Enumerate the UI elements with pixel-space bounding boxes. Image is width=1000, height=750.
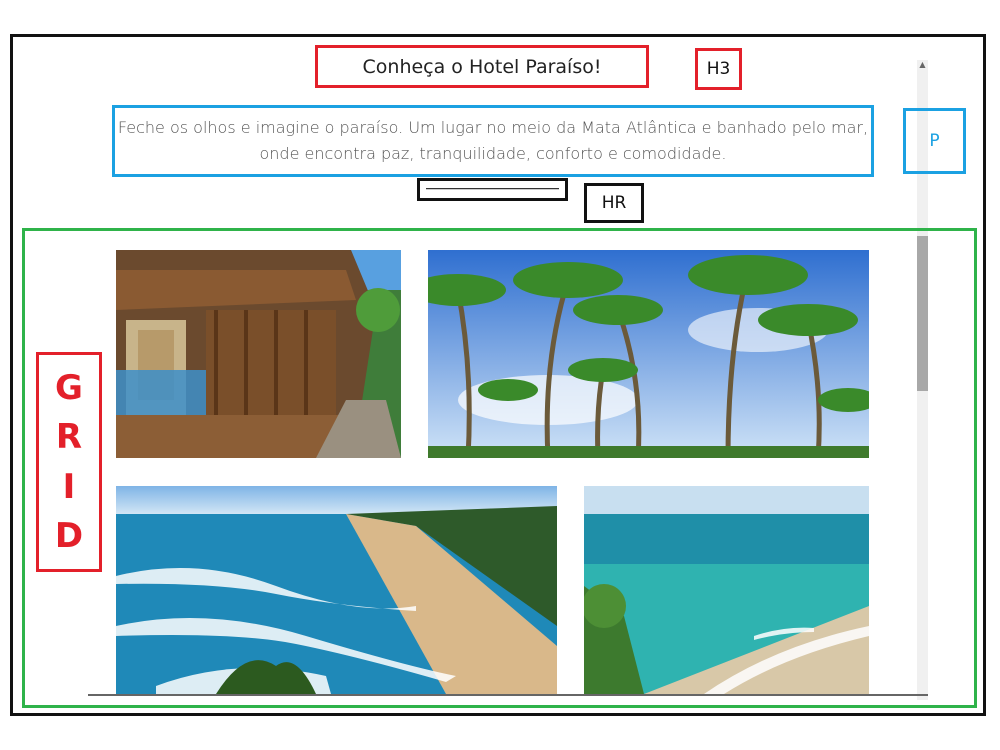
palm-trees-image (428, 250, 869, 458)
turquoise-sea-image (584, 486, 869, 694)
page-heading: Conheça o Hotel Paraíso! (315, 45, 649, 88)
grid-letter: D (54, 516, 84, 557)
hotel-balcony-image (116, 250, 401, 458)
grid-annotation-label: G R I D (36, 352, 102, 572)
horizontal-rule (426, 188, 559, 190)
grid-letter: R (55, 417, 83, 458)
scroll-up-arrow-icon[interactable]: ▲ (917, 60, 928, 70)
grid-letter: G (55, 367, 83, 408)
horizontal-rule-box (417, 178, 568, 201)
page-bottom-divider (88, 694, 928, 696)
rule-annotation-label: HR (584, 183, 644, 223)
intro-paragraph: Feche os olhos e imagine o paraíso. Um l… (112, 105, 874, 177)
grid-letter: I (62, 466, 76, 507)
paragraph-annotation-label: P (903, 108, 966, 174)
beach-waves-image (116, 486, 557, 694)
heading-annotation-label: H3 (695, 48, 742, 90)
